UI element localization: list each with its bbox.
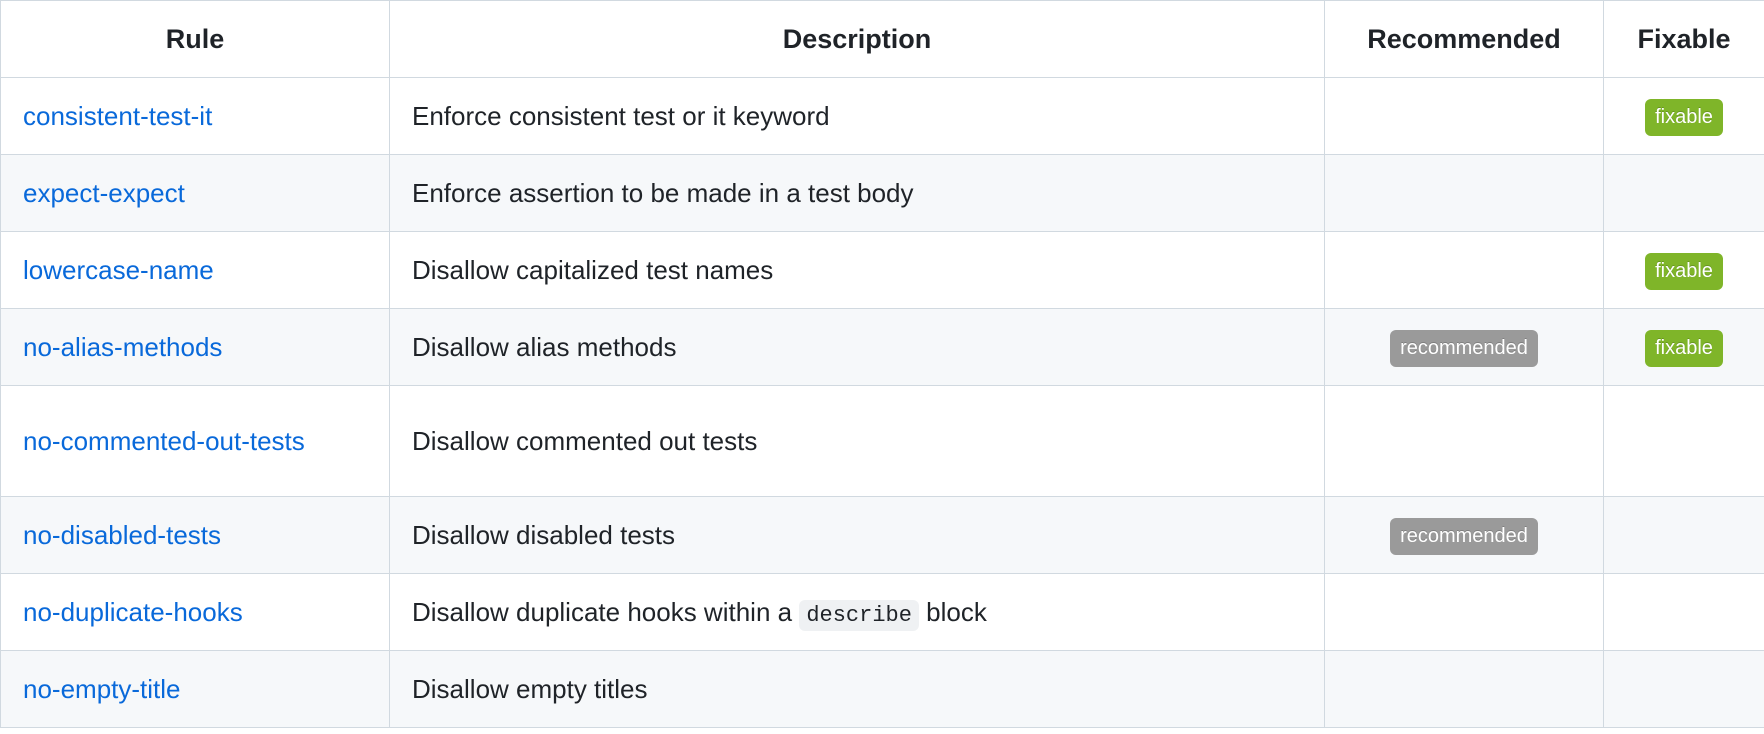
rule-link[interactable]: no-commented-out-tests [23, 426, 305, 456]
table-row: no-alias-methods Disallow alias methods re… [0, 308, 1764, 386]
table-row: no-empty-title Disallow empty titles [0, 650, 1764, 728]
cell-description: Disallow disabled tests [389, 496, 1325, 574]
rule-link[interactable]: no-empty-title [23, 674, 181, 704]
rule-link[interactable]: lowercase-name [23, 255, 214, 285]
rule-link[interactable]: consistent-test-it [23, 101, 212, 131]
column-header-description: Description [389, 0, 1325, 78]
cell-rule: consistent-test-it [0, 77, 390, 155]
cell-recommended [1324, 573, 1604, 651]
description-text: Enforce assertion to be made in a test b… [412, 177, 914, 208]
cell-description: Disallow alias methods [389, 308, 1325, 386]
table-row: no-disabled-tests Disallow disabled tests… [0, 496, 1764, 574]
table-row: lowercase-name Disallow capitalized test … [0, 231, 1764, 309]
recommended-badge: recommended [1390, 329, 1538, 367]
rule-link[interactable]: expect-expect [23, 178, 185, 208]
fixable-badge: fixable [1645, 98, 1723, 136]
cell-fixable: fixable [1603, 77, 1764, 155]
cell-fixable: fixable [1603, 231, 1764, 309]
description-text: Disallow empty titles [412, 673, 648, 704]
table-row: expect-expect Enforce assertion to be mad… [0, 154, 1764, 232]
cell-fixable: fixable [1603, 308, 1764, 386]
description-text: Enforce consistent test or it keyword [412, 100, 830, 131]
cell-description: Disallow capitalized test names [389, 231, 1325, 309]
cell-recommended [1324, 77, 1604, 155]
cell-recommended: recommended [1324, 496, 1604, 574]
description-text: Disallow alias methods [412, 331, 677, 362]
cell-rule: lowercase-name [0, 231, 390, 309]
table-body: consistent-test-it Enforce consistent tes… [0, 77, 1764, 728]
column-header-fixable: Fixable [1603, 0, 1764, 78]
description-text-after: block [918, 596, 987, 627]
description-text: Disallow capitalized test names [412, 254, 774, 285]
cell-rule: no-disabled-tests [0, 496, 390, 574]
fixable-badge: fixable [1645, 252, 1723, 290]
cell-recommended [1324, 231, 1604, 309]
description-text: Disallow disabled tests [412, 519, 676, 550]
fixable-badge: fixable [1645, 329, 1723, 367]
rule-link[interactable]: no-duplicate-hooks [23, 597, 243, 627]
column-header-recommended: Recommended [1324, 0, 1604, 78]
rule-link[interactable]: no-disabled-tests [23, 520, 221, 550]
cell-rule: no-duplicate-hooks [0, 573, 390, 651]
cell-rule: no-commented-out-tests [0, 385, 390, 497]
cell-recommended [1324, 154, 1604, 232]
cell-description: Disallow empty titles [389, 650, 1325, 728]
inline-code: describe [799, 599, 919, 631]
cell-rule: expect-expect [0, 154, 390, 232]
description-text: Disallow duplicate hooks within a [412, 596, 800, 627]
cell-description: Enforce consistent test or it keyword [389, 77, 1325, 155]
cell-fixable [1603, 650, 1764, 728]
cell-fixable [1603, 154, 1764, 232]
table-header-row: Rule Description Recommended Fixable [0, 0, 1764, 78]
cell-recommended: recommended [1324, 308, 1604, 386]
rule-link[interactable]: no-alias-methods [23, 332, 222, 362]
cell-description: Disallow duplicate hooks within a descri… [389, 573, 1325, 651]
cell-recommended [1324, 650, 1604, 728]
column-header-rule: Rule [0, 0, 390, 78]
cell-rule: no-alias-methods [0, 308, 390, 386]
cell-fixable [1603, 496, 1764, 574]
table-row: no-commented-out-tests Disallow commented… [0, 385, 1764, 497]
table-row: consistent-test-it Enforce consistent tes… [0, 77, 1764, 155]
table-row: no-duplicate-hooks Disallow duplicate hoo… [0, 573, 1764, 651]
cell-description: Disallow commented out tests [389, 385, 1325, 497]
cell-fixable [1603, 385, 1764, 497]
cell-description: Enforce assertion to be made in a test b… [389, 154, 1325, 232]
description-text: Disallow commented out tests [412, 425, 758, 456]
cell-recommended [1324, 385, 1604, 497]
rules-table: Rule Description Recommended Fixable con… [0, 0, 1764, 728]
cell-rule: no-empty-title [0, 650, 390, 728]
cell-fixable [1603, 573, 1764, 651]
recommended-badge: recommended [1390, 517, 1538, 555]
table-header: Rule Description Recommended Fixable [0, 0, 1764, 78]
